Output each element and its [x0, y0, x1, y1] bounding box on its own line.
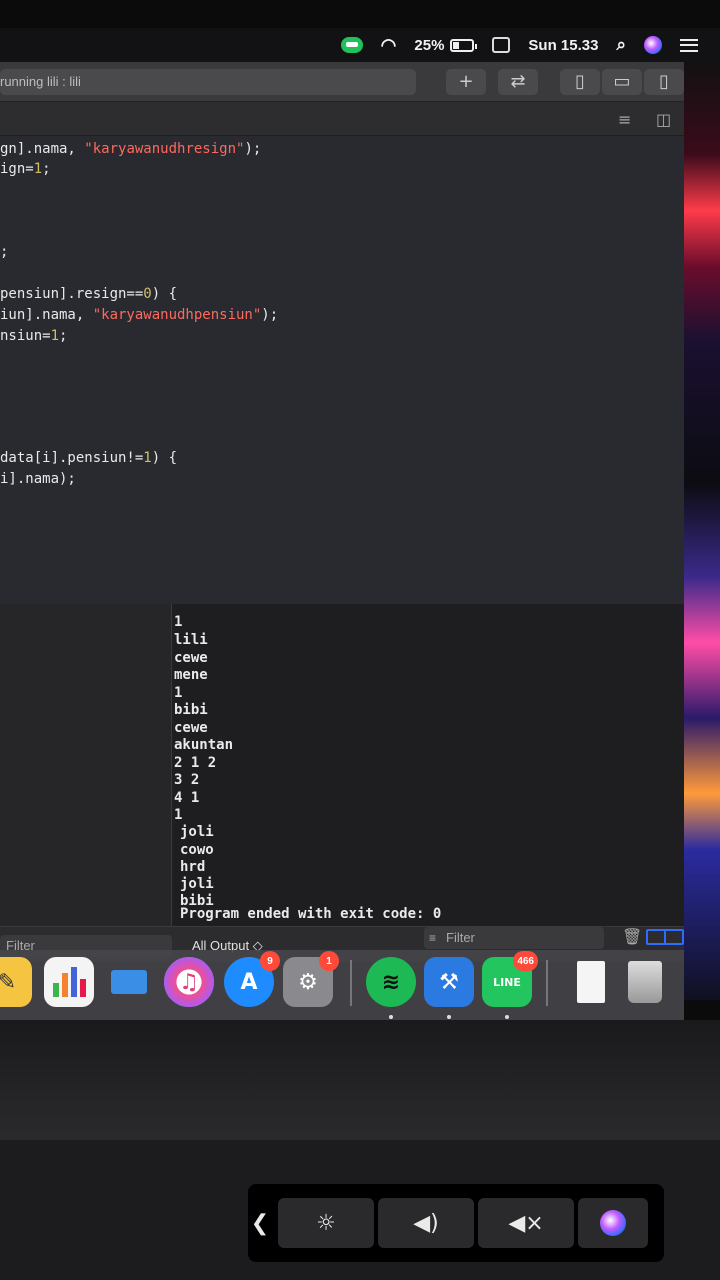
battery-icon [450, 38, 478, 52]
console-filter-field[interactable]: Filter [424, 927, 604, 949]
console-line: 3 2 [174, 772, 200, 788]
menu-bar: ◠ 25% Sun 15.33 ⌕ [0, 28, 720, 62]
dock-separator [350, 960, 352, 1006]
pages-app-icon[interactable]: ✎ [0, 957, 32, 1007]
debug-area: 1 lili cewe mene 1 bibi cewe akuntan 2 1… [0, 604, 684, 962]
activity-status-text: running lili : lili [0, 74, 81, 89]
spotlight-search-icon[interactable]: ⌕ [616, 35, 626, 55]
dock-separator [546, 960, 548, 1006]
desktop-wallpaper [684, 60, 720, 1000]
navigator-toggle-button[interactable]: ▯ [560, 68, 600, 95]
console-exit-line: Program ended with exit code: 0 [180, 906, 442, 922]
touchbar-siri-icon[interactable] [578, 1198, 648, 1248]
console-output[interactable]: 1 lili cewe mene 1 bibi cewe akuntan 2 1… [174, 604, 684, 926]
console-line: 1 [174, 807, 183, 823]
touchbar-volume-icon[interactable]: ◀) [378, 1198, 474, 1248]
add-editor-icon[interactable]: ◫ [656, 110, 671, 129]
itunes-app-icon[interactable]: ♫ [164, 957, 214, 1007]
battery-status[interactable]: 25% [414, 36, 478, 54]
console-line: 1 [174, 685, 183, 701]
window-toolbar: running lili : lili + ⇄ ▯ ▭ ▯ [0, 62, 684, 102]
line-app-icon[interactable]: LINE 466 [482, 951, 538, 1007]
battery-percent: 25% [414, 36, 445, 54]
notification-center-icon[interactable] [680, 38, 698, 52]
keynote-app-icon[interactable] [104, 957, 154, 1007]
touchbar-collapse-chevron-icon[interactable]: ❮ [248, 1198, 272, 1248]
running-indicator [389, 1015, 393, 1019]
console-line: akuntan [174, 737, 234, 753]
code-line: pensiun].resign==0) { [0, 286, 178, 302]
system-preferences-badge: 1 [319, 951, 339, 971]
console-line: mene [174, 667, 208, 683]
running-indicator [505, 1015, 509, 1019]
split-view-icon[interactable] [646, 929, 684, 945]
console-line: cewe [174, 650, 208, 666]
dock: ✎ ♫ A 9 ⚙ 1 ≋ ⚒ LINE 466 [0, 950, 684, 1020]
console-line: bibi [174, 702, 208, 718]
app-store-icon[interactable]: A 9 [224, 951, 280, 1007]
trash-icon[interactable] [620, 957, 670, 1007]
console-line: 4 1 [174, 790, 200, 806]
inspector-toggle-button[interactable]: ▯ [644, 68, 684, 95]
source-editor[interactable]: gn].nama, "karyawanudhresign"); ign=1; ;… [0, 136, 684, 626]
code-review-button[interactable]: ⇄ [498, 68, 538, 95]
line-app-icon[interactable] [340, 37, 363, 53]
editor-options-icon[interactable]: ≡ [618, 110, 631, 129]
numbers-app-icon[interactable] [44, 957, 94, 1007]
running-indicator [447, 1015, 451, 1019]
xcode-window: running lili : lili + ⇄ ▯ ▭ ▯ ≡ ◫ gn].na… [0, 62, 684, 962]
clock[interactable]: Sun 15.33 [528, 37, 598, 54]
system-preferences-icon[interactable]: ⚙ 1 [283, 951, 339, 1007]
code-line: data[i].pensiun!=1) { [0, 450, 178, 466]
app-store-badge: 9 [260, 951, 280, 971]
input-menu-icon[interactable] [492, 37, 511, 53]
console-line: cowo [180, 842, 214, 858]
code-line: i].nama); [0, 471, 76, 487]
wifi-icon[interactable]: ◠ [381, 35, 397, 56]
variables-view[interactable] [0, 604, 172, 934]
console-line: 2 1 2 [174, 755, 217, 771]
clear-console-trash-icon[interactable]: 🗑 [622, 927, 642, 947]
spotify-app-icon[interactable]: ≋ [366, 957, 416, 1007]
document-preview-icon[interactable] [566, 957, 616, 1007]
code-line: iun].nama, "karyawanudhpensiun"); [0, 307, 279, 323]
console-line: joli [180, 824, 214, 840]
console-line: joli [180, 876, 214, 892]
jump-bar: ≡ ◫ [0, 102, 684, 136]
laptop-bezel [0, 1020, 720, 1140]
siri-icon[interactable] [644, 36, 662, 54]
console-line: cewe [174, 720, 208, 736]
xcode-app-icon[interactable]: ⚒ [424, 957, 474, 1007]
code-line: ; [0, 244, 9, 260]
library-add-button[interactable]: + [446, 68, 486, 95]
code-line: ign=1; [0, 161, 51, 177]
code-line: nsiun=1; [0, 328, 68, 344]
touchbar-mute-icon[interactable]: ◀× [478, 1198, 574, 1248]
activity-viewer: running lili : lili [0, 68, 416, 95]
touchbar-brightness-icon[interactable]: ☼ [278, 1198, 374, 1248]
debug-area-toggle-button[interactable]: ▭ [602, 68, 642, 95]
console-line: lili [174, 632, 208, 648]
line-badge: 466 [513, 951, 538, 971]
touch-bar: ❮ ☼ ◀) ◀× [248, 1184, 664, 1262]
console-line: 1 [174, 614, 183, 630]
console-line: hrd [180, 859, 206, 875]
code-line: gn].nama, "karyawanudhresign"); [0, 141, 262, 157]
